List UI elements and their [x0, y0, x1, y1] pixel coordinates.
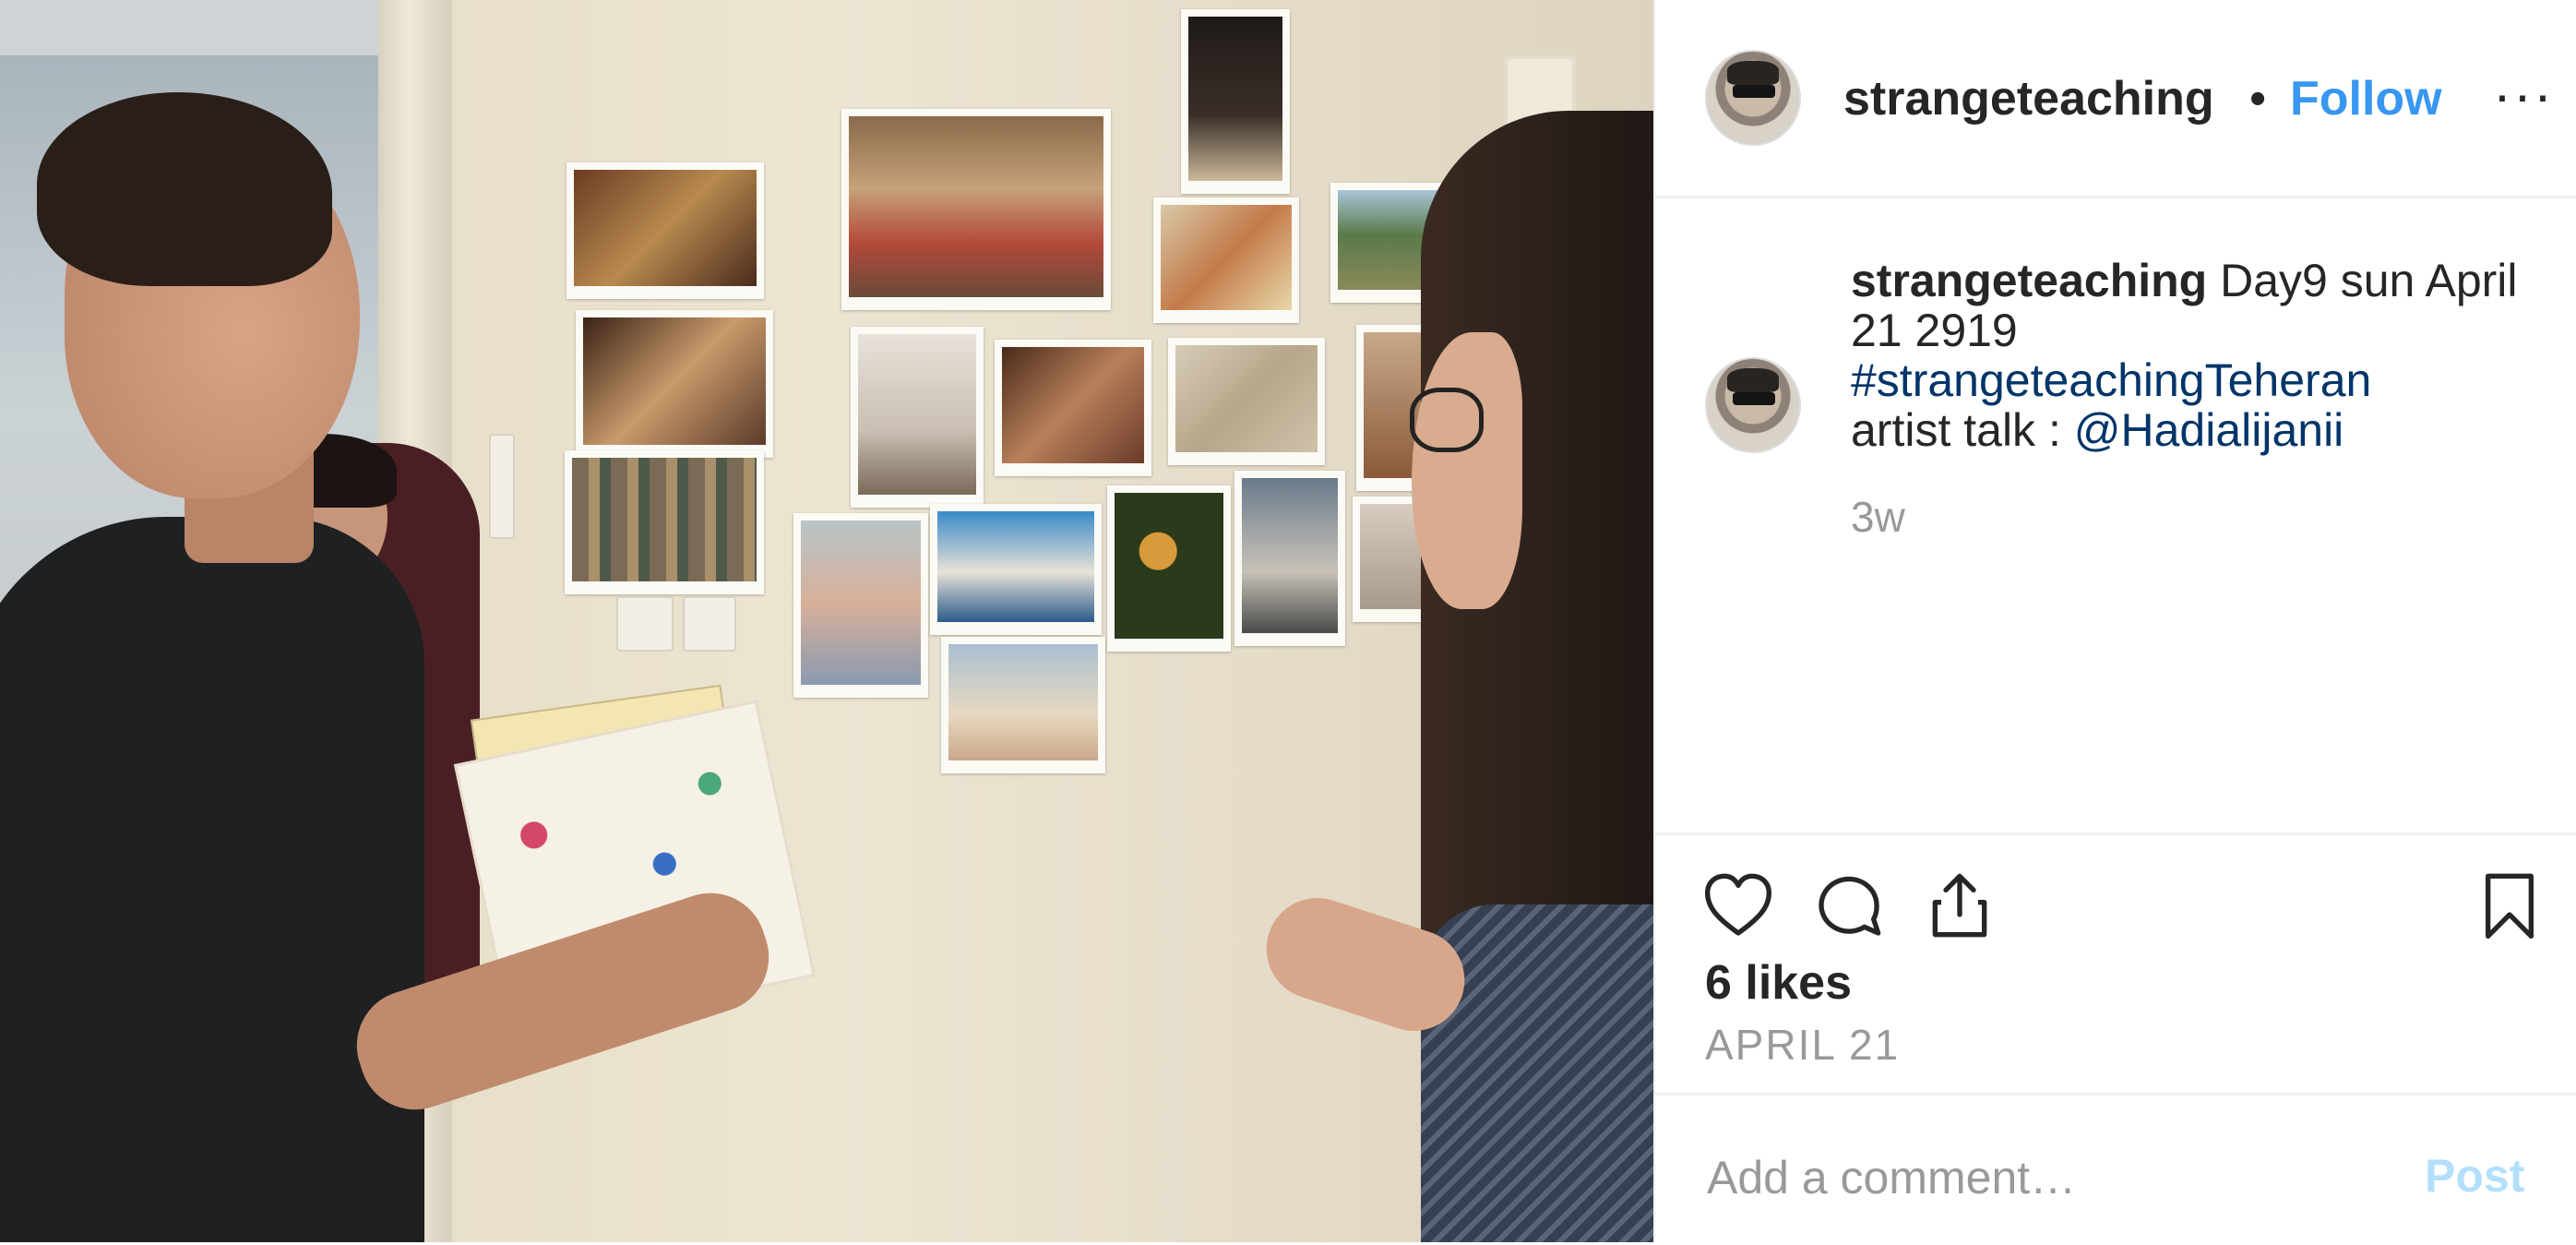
person-listener-glasses [1410, 388, 1484, 452]
post-comment-button[interactable]: Post [2425, 1149, 2524, 1203]
light-switch [616, 596, 674, 652]
avatar[interactable] [1705, 357, 1801, 453]
wall-print [1234, 471, 1345, 646]
wall-print [930, 504, 1102, 635]
share-icon[interactable] [1923, 868, 1997, 942]
post-photo[interactable] [0, 0, 1653, 1242]
wall-print [565, 450, 764, 594]
caption-line-3: artist talk : [1851, 404, 2074, 456]
caption-text: strangeteaching Day9 sun April 21 2919 #… [1851, 256, 2534, 455]
wall-print [995, 340, 1151, 476]
wall-print [851, 327, 984, 508]
wall-print [841, 109, 1111, 310]
post-date[interactable]: APRIL 21 [1705, 1020, 1900, 1070]
wall-print [1153, 198, 1299, 323]
wall-print [1181, 9, 1290, 194]
post-side-panel: strangeteaching • Follow ··· strangeteac… [1653, 0, 2576, 1242]
comment-box: Post [1655, 1093, 2576, 1245]
comment-input[interactable] [1705, 1140, 2355, 1215]
post-actions: 6 likes APRIL 21 [1655, 832, 2576, 1095]
wall-print [1168, 338, 1325, 465]
post-header: strangeteaching • Follow ··· [1655, 0, 2576, 198]
wall-print [566, 162, 764, 299]
header-separator: • [2249, 72, 2267, 126]
bookmark-icon[interactable] [2473, 868, 2546, 942]
ellipsis-icon[interactable]: ··· [2493, 63, 2554, 127]
likes-count[interactable]: 6 likes [1705, 955, 1852, 1011]
wall-print [793, 513, 928, 698]
person-speaker [0, 517, 424, 1242]
light-switch [683, 596, 736, 652]
comment-icon[interactable] [1812, 868, 1886, 942]
post-caption: strangeteaching Day9 sun April 21 2919 #… [1655, 198, 2576, 831]
caption-hashtag[interactable]: #strangeteachingTeheran [1851, 354, 2371, 406]
wall-print [576, 310, 773, 458]
caption-username[interactable]: strangeteaching [1851, 255, 2207, 306]
header-username[interactable]: strangeteaching [1843, 66, 2240, 131]
caption-timestamp[interactable]: 3w [1851, 492, 1905, 542]
wall-plate [489, 434, 515, 539]
avatar[interactable] [1705, 50, 1801, 146]
wall-print [1107, 485, 1231, 652]
caption-mention[interactable]: @Hadialijanii [2074, 404, 2344, 456]
heart-icon[interactable] [1701, 868, 1775, 942]
wall-print [941, 637, 1105, 773]
follow-button[interactable]: Follow [2290, 66, 2442, 131]
